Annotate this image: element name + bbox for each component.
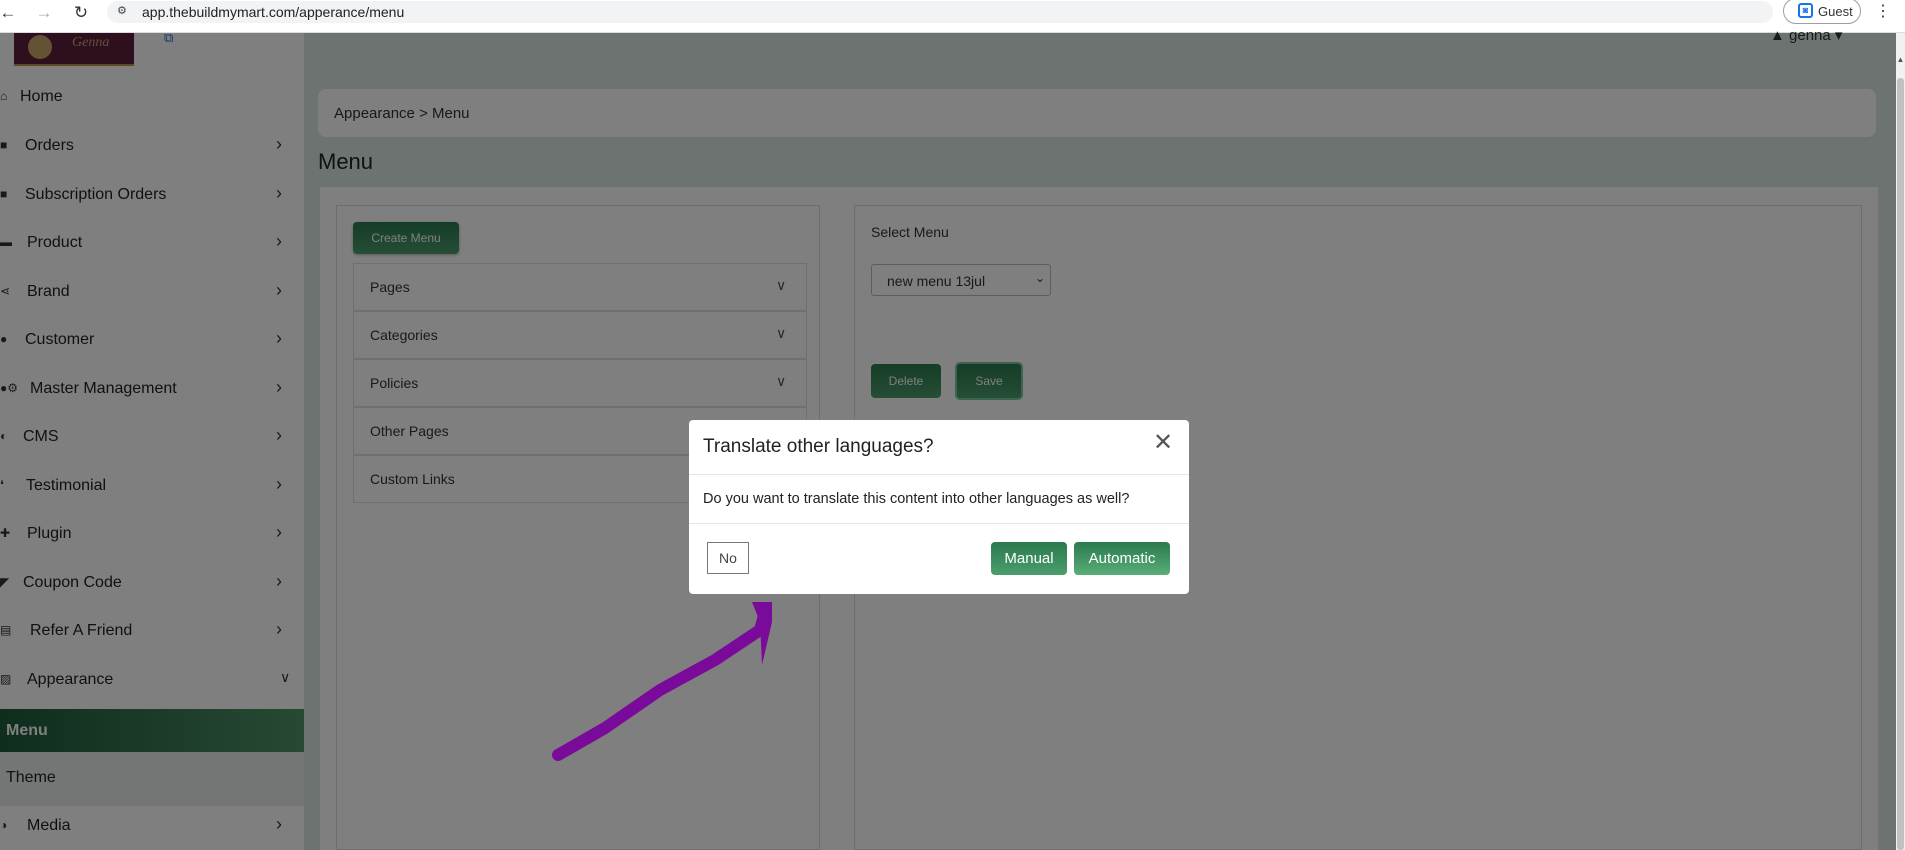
automatic-button[interactable]: Automatic: [1074, 542, 1170, 575]
page-scrollbar[interactable]: ▲: [1896, 33, 1905, 850]
close-icon[interactable]: ✕: [1153, 428, 1173, 457]
translate-dialog: Translate other languages? ✕ Do you want…: [689, 420, 1189, 594]
manual-button[interactable]: Manual: [991, 542, 1067, 575]
divider: [689, 474, 1189, 475]
address-bar[interactable]: ⚙ app.thebuildmymart.com/apperance/menu: [107, 1, 1773, 23]
profile-icon: ◙: [1798, 3, 1813, 18]
back-arrow-icon[interactable]: ←: [0, 3, 19, 23]
dialog-message: Do you want to translate this content in…: [703, 491, 1130, 507]
scrollbar-thumb[interactable]: [1897, 78, 1904, 850]
profile-button[interactable]: ◙ Guest: [1783, 0, 1861, 24]
browser-toolbar: ← → ↻ ⚙ app.thebuildmymart.com/apperance…: [0, 0, 1905, 33]
scroll-up-icon[interactable]: ▲: [1896, 55, 1905, 64]
site-info-icon[interactable]: ⚙: [117, 4, 127, 17]
dialog-title: Translate other languages?: [703, 436, 934, 457]
divider: [689, 523, 1189, 524]
reload-icon[interactable]: ↻: [70, 3, 92, 23]
browser-menu-icon[interactable]: ⋮: [1875, 1, 1891, 21]
url-text: app.thebuildmymart.com/apperance/menu: [142, 4, 405, 20]
forward-arrow-icon[interactable]: →: [33, 3, 55, 23]
profile-label: Guest: [1818, 4, 1853, 19]
no-button[interactable]: No: [707, 542, 749, 574]
